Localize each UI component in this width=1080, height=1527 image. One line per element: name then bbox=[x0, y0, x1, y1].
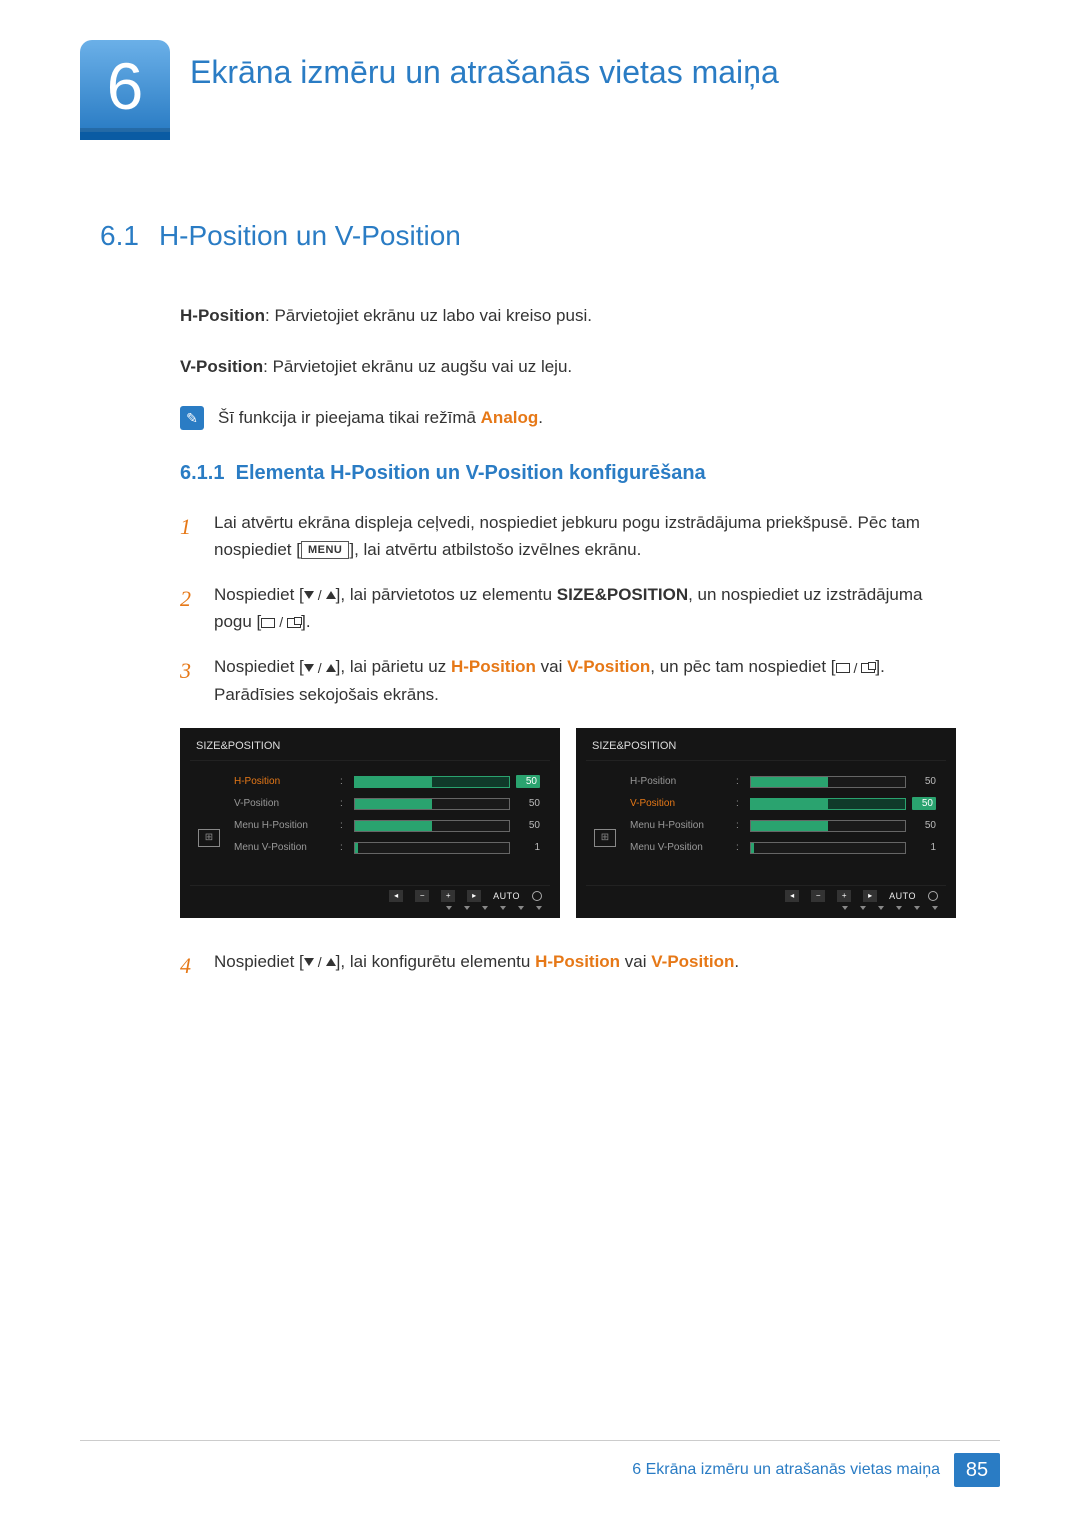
osd-title: SIZE&POSITION bbox=[586, 736, 946, 761]
osd-value: 50 bbox=[516, 775, 540, 788]
osd-value: 50 bbox=[516, 820, 540, 831]
osd-auto-label: AUTO bbox=[889, 891, 916, 901]
osd-item-label: Menu V-Position bbox=[234, 842, 334, 853]
page-number: 85 bbox=[954, 1453, 1000, 1487]
osd-slider bbox=[750, 776, 906, 788]
chapter-number-badge: 6 bbox=[80, 40, 170, 140]
note-analog-only: ✎ Šī funkcija ir pieejama tikai režīmā A… bbox=[180, 404, 960, 431]
osd-screenshots: SIZE&POSITION ⊞ H-Position : 50 V-Positi… bbox=[180, 728, 1000, 918]
down-up-arrows-icon: / bbox=[304, 951, 336, 973]
chapter-header: 6 Ekrāna izmēru un atrašanās vietas maiņ… bbox=[80, 40, 1000, 140]
osd-slider bbox=[354, 820, 510, 832]
osd-item-label: Menu H-Position bbox=[630, 820, 730, 831]
tiny-arrow-icon bbox=[536, 906, 542, 910]
osd-plus-icon: + bbox=[837, 890, 851, 902]
down-up-arrows-icon: / bbox=[304, 584, 336, 606]
step-list: 1 Lai atvērtu ekrāna displeja ceļvedi, n… bbox=[180, 509, 960, 708]
step-number: 3 bbox=[180, 653, 198, 707]
osd-slider bbox=[354, 842, 510, 854]
vposition-description: V-Position: Pārvietojiet ekrānu uz augšu… bbox=[180, 353, 960, 380]
step-number: 4 bbox=[180, 948, 198, 983]
osd-back-icon: ◂ bbox=[389, 890, 403, 902]
osd-value: 50 bbox=[912, 797, 936, 810]
analog-mode-label: Analog bbox=[481, 408, 539, 427]
tiny-arrow-icon bbox=[446, 906, 452, 910]
osd-slider bbox=[354, 776, 510, 788]
size-position-label: SIZE&POSITION bbox=[557, 585, 688, 604]
screen-toggle-icon: / bbox=[261, 611, 301, 633]
osd-footer-buttons: ◂ − + ▸ AUTO bbox=[586, 885, 946, 906]
osd-side-icon: ⊞ bbox=[594, 829, 616, 847]
tiny-arrow-icon bbox=[518, 906, 524, 910]
section-number: 6.1 bbox=[100, 220, 139, 252]
vposition-label: V-Position bbox=[180, 357, 263, 376]
step-number: 1 bbox=[180, 509, 198, 563]
osd-item-label: V-Position bbox=[630, 798, 730, 809]
osd-item-label: H-Position bbox=[630, 776, 730, 787]
subsection-heading: 6.1.1 Elementa H-Position un V-Position … bbox=[180, 462, 1000, 485]
tiny-arrow-icon bbox=[878, 906, 884, 910]
osd-item-label: H-Position bbox=[234, 776, 334, 787]
osd-plus-icon: + bbox=[441, 890, 455, 902]
menu-key-icon: MENU bbox=[301, 541, 349, 559]
power-icon bbox=[928, 891, 938, 901]
osd-vposition: SIZE&POSITION ⊞ H-Position : 50 V-Positi… bbox=[576, 728, 956, 918]
osd-value: 1 bbox=[912, 842, 936, 853]
osd-side-icon: ⊞ bbox=[198, 829, 220, 847]
screen-toggle-icon: / bbox=[836, 657, 876, 679]
osd-play-icon: ▸ bbox=[863, 890, 877, 902]
step-2: 2 Nospiediet [/], lai pārvietotos uz ele… bbox=[180, 581, 960, 635]
section-heading: 6.1 H-Position un V-Position bbox=[100, 220, 1000, 252]
tiny-arrow-icon bbox=[860, 906, 866, 910]
footer-chapter-label: 6 Ekrāna izmēru un atrašanās vietas maiņ… bbox=[632, 1461, 940, 1479]
osd-value: 50 bbox=[912, 820, 936, 831]
tiny-arrow-icon bbox=[500, 906, 506, 910]
osd-minus-icon: − bbox=[415, 890, 429, 902]
tiny-arrow-icon bbox=[914, 906, 920, 910]
osd-auto-label: AUTO bbox=[493, 891, 520, 901]
tiny-arrow-icon bbox=[842, 906, 848, 910]
step-number: 2 bbox=[180, 581, 198, 635]
tiny-arrow-icon bbox=[482, 906, 488, 910]
tiny-arrow-icon bbox=[932, 906, 938, 910]
osd-slider bbox=[354, 798, 510, 810]
step-3: 3 Nospiediet [/], lai pārietu uz H-Posit… bbox=[180, 653, 960, 707]
osd-back-icon: ◂ bbox=[785, 890, 799, 902]
osd-value: 50 bbox=[912, 776, 936, 787]
step-4: 4 Nospiediet [/], lai konfigurētu elemen… bbox=[180, 948, 960, 983]
down-up-arrows-icon: / bbox=[304, 657, 336, 679]
page-footer: 6 Ekrāna izmēru un atrašanās vietas maiņ… bbox=[80, 1440, 1000, 1487]
tiny-arrow-icon bbox=[464, 906, 470, 910]
tiny-arrow-icon bbox=[896, 906, 902, 910]
hposition-label: H-Position bbox=[180, 306, 265, 325]
step-1: 1 Lai atvērtu ekrāna displeja ceļvedi, n… bbox=[180, 509, 960, 563]
osd-item-label: Menu V-Position bbox=[630, 842, 730, 853]
power-icon bbox=[532, 891, 542, 901]
osd-footer-buttons: ◂ − + ▸ AUTO bbox=[190, 885, 550, 906]
section-title: H-Position un V-Position bbox=[159, 220, 461, 252]
osd-title: SIZE&POSITION bbox=[190, 736, 550, 761]
osd-value: 50 bbox=[516, 798, 540, 809]
osd-item-label: V-Position bbox=[234, 798, 334, 809]
hposition-description: H-Position: Pārvietojiet ekrānu uz labo … bbox=[180, 302, 960, 329]
osd-item-label: Menu H-Position bbox=[234, 820, 334, 831]
osd-slider bbox=[750, 842, 906, 854]
osd-minus-icon: − bbox=[811, 890, 825, 902]
note-icon: ✎ bbox=[180, 406, 204, 430]
chapter-title: Ekrāna izmēru un atrašanās vietas maiņa bbox=[190, 40, 779, 91]
osd-slider bbox=[750, 798, 906, 810]
osd-hposition: SIZE&POSITION ⊞ H-Position : 50 V-Positi… bbox=[180, 728, 560, 918]
osd-value: 1 bbox=[516, 842, 540, 853]
osd-play-icon: ▸ bbox=[467, 890, 481, 902]
osd-slider bbox=[750, 820, 906, 832]
